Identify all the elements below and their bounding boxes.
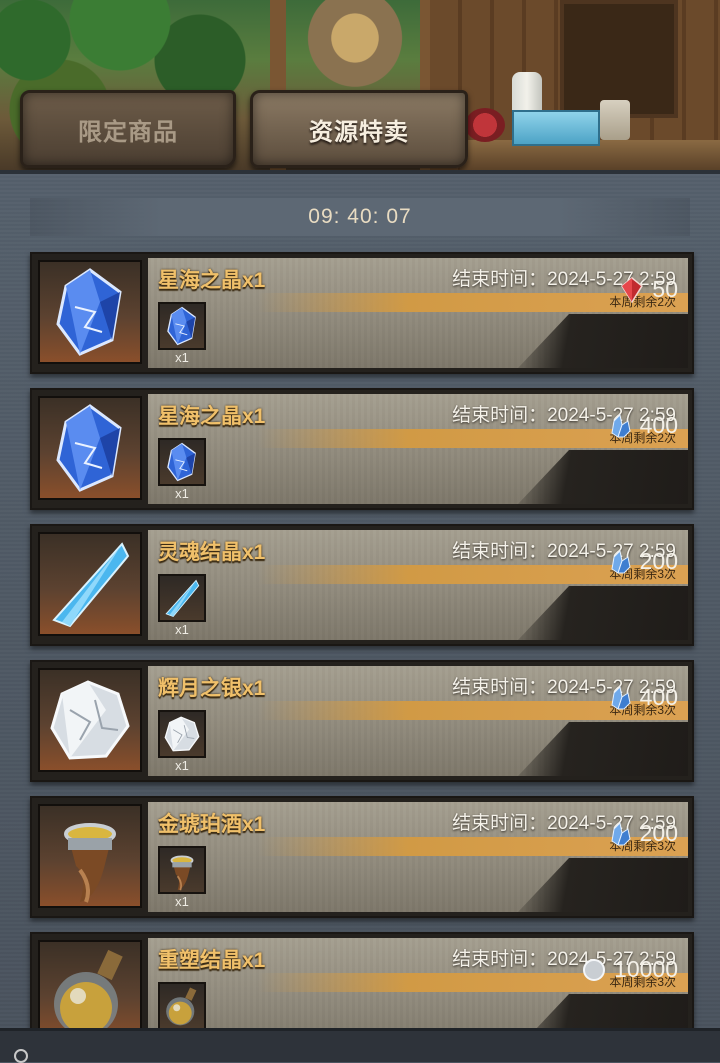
item-body: 辉月之银x1 结束时间：2024-5-27 2:59 本周剩余3次 x1 400 — [148, 666, 688, 776]
item-body: 星海之晶x1 结束时间：2024-5-27 2:59 本周剩余2次 x1 400 — [148, 394, 688, 504]
shop-item[interactable]: 星海之晶x1 结束时间：2024-5-27 2:59 本周剩余2次 x1 400 — [30, 388, 694, 510]
reward-qty: x1 — [175, 622, 189, 637]
price-value: 200 — [639, 548, 678, 574]
glass-jar — [600, 100, 630, 140]
soul-crystal-icon — [38, 532, 142, 636]
item-name: 辉月之银x1 — [158, 677, 266, 700]
silver-coin-icon — [582, 957, 606, 983]
reward-qty: x1 — [175, 486, 189, 501]
reward-qty: x1 — [175, 350, 189, 365]
price-button[interactable] — [518, 586, 688, 640]
countdown-text: 09: 40: 07 — [308, 205, 412, 228]
red-gem-icon — [620, 276, 644, 303]
price-button[interactable] — [518, 450, 688, 504]
blue-crystal-icon — [608, 413, 632, 439]
blue-crystal-icon — [608, 549, 632, 575]
shop-item[interactable]: 灵魂结晶x1 结束时间：2024-5-27 2:59 本周剩余3次 x1 200 — [30, 524, 694, 646]
item-body: 灵魂结晶x1 结束时间：2024-5-27 2:59 本周剩余3次 x1 200 — [148, 530, 688, 640]
item-name: 金琥珀酒x1 — [158, 813, 266, 836]
shop-item[interactable]: 星海之晶x1 结束时间：2024-5-27 2:59 本周剩余2次 x1 50 — [30, 252, 694, 374]
price-value: 200 — [639, 820, 678, 846]
item-body: 金琥珀酒x1 结束时间：2024-5-27 2:59 本周剩余3次 x1 200 — [148, 802, 688, 912]
item-price[interactable]: 400 — [608, 412, 678, 439]
item-name: 重塑结晶x1 — [158, 949, 266, 972]
price-value: 400 — [639, 412, 678, 438]
shop-banner: 限定商品 资源特卖 — [0, 0, 720, 170]
price-value: 10000 — [614, 956, 678, 982]
price-button[interactable] — [518, 314, 688, 368]
tab-resource-sale[interactable]: 资源特卖 — [250, 90, 468, 168]
price-value: 400 — [639, 684, 678, 710]
item-body: 星海之晶x1 结束时间：2024-5-27 2:59 本周剩余2次 x1 50 — [148, 258, 688, 368]
item-name: 星海之晶x1 — [158, 405, 266, 428]
blue-crystal-icon — [608, 685, 632, 711]
amber-ale-horn-icon — [38, 804, 142, 908]
item-price[interactable]: 50 — [620, 276, 678, 303]
moon-silver-icon — [38, 668, 142, 772]
reward-qty: x1 — [175, 894, 189, 909]
item-name: 星海之晶x1 — [158, 269, 266, 292]
red-ornament — [465, 108, 505, 142]
merchant-figure — [300, 0, 410, 95]
reward-amber-ale-horn-icon[interactable] — [158, 846, 206, 894]
shop-item[interactable]: 辉月之银x1 结束时间：2024-5-27 2:59 本周剩余3次 x1 400 — [30, 660, 694, 782]
item-price[interactable]: 200 — [608, 548, 678, 575]
shop-item[interactable]: 金琥珀酒x1 结束时间：2024-5-27 2:59 本周剩余3次 x1 200 — [30, 796, 694, 918]
blue-crystal-icon — [608, 821, 632, 847]
reward-soul-crystal-icon[interactable] — [158, 574, 206, 622]
reward-reshape-crystal-icon[interactable] — [158, 982, 206, 1030]
price-button[interactable] — [518, 722, 688, 776]
blue-chest — [512, 110, 600, 146]
tab-limited-goods[interactable]: 限定商品 — [20, 90, 236, 168]
countdown-timer: 09: 40: 07 — [30, 198, 690, 236]
item-name: 灵魂结晶x1 — [158, 541, 266, 564]
starsea-crystal-icon — [38, 260, 142, 364]
reward-starsea-crystal-icon[interactable] — [158, 302, 206, 350]
item-price[interactable]: 200 — [608, 820, 678, 847]
reward-moon-silver-icon[interactable] — [158, 710, 206, 758]
item-price[interactable]: 400 — [608, 684, 678, 711]
reward-qty: x1 — [175, 758, 189, 773]
price-button[interactable] — [518, 858, 688, 912]
item-price[interactable]: 10000 — [582, 956, 678, 983]
starsea-crystal-icon — [38, 396, 142, 500]
bottom-bar — [0, 1028, 720, 1063]
reward-starsea-crystal-icon[interactable] — [158, 438, 206, 486]
price-value: 50 — [652, 276, 678, 302]
indicator-icon — [14, 1049, 28, 1063]
